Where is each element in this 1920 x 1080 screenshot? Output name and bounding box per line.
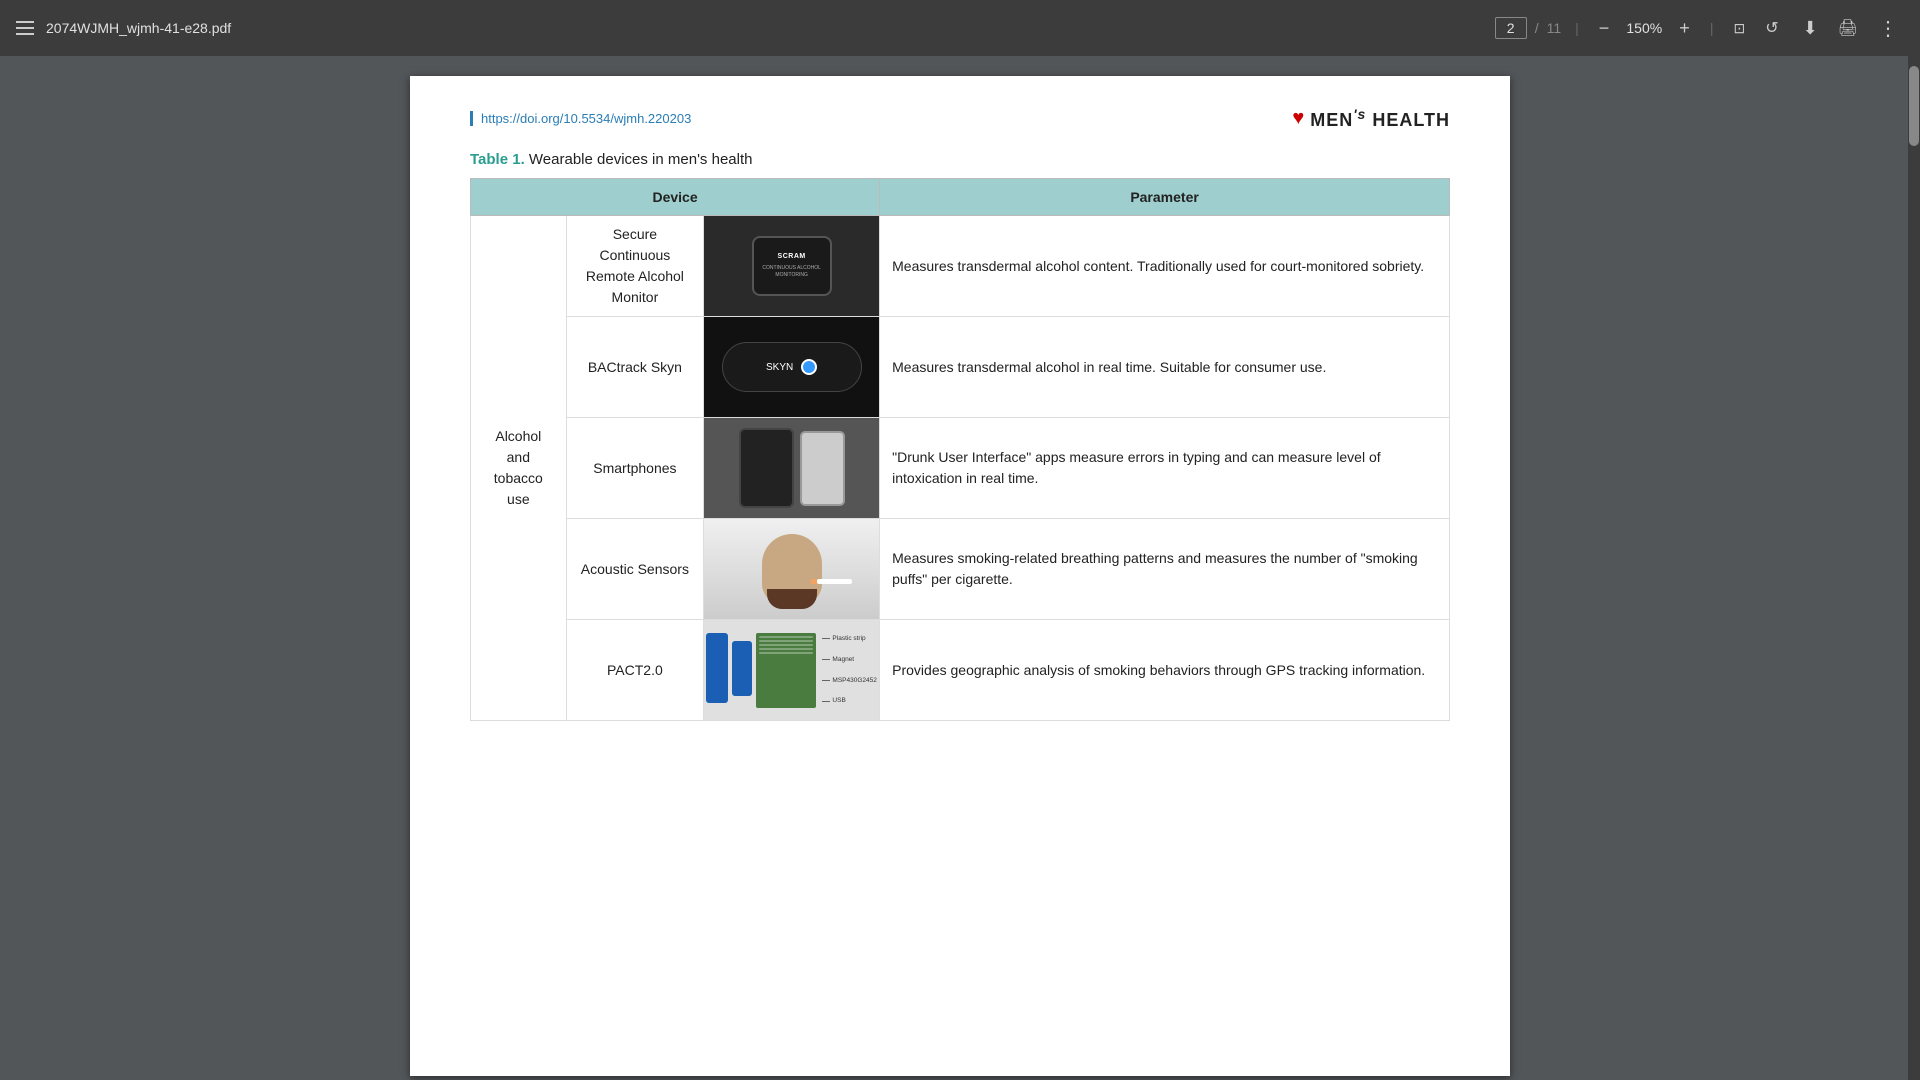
page-separator: / bbox=[1535, 20, 1539, 36]
zoom-in-button[interactable]: + bbox=[1673, 14, 1696, 43]
pact-component-labels: Plastic strip Magnet MSP430G2452 bbox=[820, 633, 876, 708]
bactrack-body: SKYN bbox=[722, 342, 862, 392]
board-line-3 bbox=[759, 644, 813, 646]
journal-logo: ♥ MEN's HEALTH bbox=[1292, 106, 1450, 131]
param-cell-smartphones: "Drunk User Interface" apps measure erro… bbox=[880, 418, 1450, 519]
toolbar: 2074WJMH_wjmh-41-e28.pdf / 11 | − 150% +… bbox=[0, 0, 1920, 56]
bactrack-brand-label: SKYN bbox=[766, 360, 793, 375]
scram-body: SCRAM CONTINUOUS ALCOHOLMONITORING bbox=[752, 236, 832, 296]
cigarette-shape bbox=[817, 579, 852, 584]
device-name-pact: PACT2.0 bbox=[566, 620, 704, 721]
toolbar-right-actions: ⬇ 🖨 ⋮ bbox=[1797, 12, 1904, 45]
scrollbar[interactable] bbox=[1908, 56, 1920, 1080]
man-face-shape bbox=[762, 534, 822, 604]
bactrack-image: SKYN bbox=[704, 317, 879, 417]
param-cell-pact: Provides geographic analysis of smoking … bbox=[880, 620, 1450, 721]
page-header: https://doi.org/10.5534/wjmh.220203 ♥ ME… bbox=[470, 106, 1450, 131]
hamburger-menu-icon[interactable] bbox=[16, 21, 34, 35]
pact-image: Plastic strip Magnet MSP430G2452 bbox=[704, 620, 879, 720]
acoustic-image bbox=[704, 519, 879, 619]
parameter-column-header: Parameter bbox=[880, 179, 1450, 216]
table-row: Smartphones "Drunk User Interface" apps … bbox=[471, 418, 1450, 519]
pact-label-usb: USB bbox=[822, 696, 876, 706]
zoom-out-button[interactable]: − bbox=[1593, 14, 1616, 43]
page-navigation: / 11 | − 150% + | ⊡ ↺ bbox=[1495, 14, 1785, 43]
heart-icon: ♥ bbox=[1292, 107, 1304, 130]
table-row: PACT2.0 bbox=[471, 620, 1450, 721]
pact-components: Plastic strip Magnet MSP430G2452 bbox=[706, 633, 876, 708]
pact-label-msp: MSP430G2452 bbox=[822, 676, 876, 686]
print-button[interactable]: 🖨 bbox=[1832, 14, 1864, 42]
pact-blue-strip-2 bbox=[732, 641, 752, 696]
scram-brand-label: SCRAM bbox=[778, 252, 806, 263]
wearable-devices-table: Device Parameter Alcohol andtobacco use … bbox=[470, 178, 1450, 721]
device-name-acoustic: Acoustic Sensors bbox=[566, 519, 704, 620]
total-pages-label: 11 bbox=[1547, 20, 1562, 36]
more-options-button[interactable]: ⋮ bbox=[1872, 12, 1904, 45]
table-row: BACtrack Skyn SKYN Measures transdermal … bbox=[471, 317, 1450, 418]
table-row: Acoustic Sensors Measures smoking-relate bbox=[471, 519, 1450, 620]
pact-circuit-board bbox=[756, 633, 816, 708]
current-page-input[interactable] bbox=[1495, 17, 1527, 39]
scram-image: SCRAM CONTINUOUS ALCOHOLMONITORING bbox=[704, 216, 879, 316]
pact-blue-strip-1 bbox=[706, 633, 728, 703]
android-phone-icon bbox=[739, 428, 794, 508]
pact-label-plastic: Plastic strip bbox=[822, 634, 876, 644]
doi-link[interactable]: https://doi.org/10.5534/wjmh.220203 bbox=[470, 111, 691, 126]
zoom-level-label: 150% bbox=[1623, 20, 1665, 36]
iphone-icon bbox=[800, 431, 845, 506]
param-cell-scram: Measures transdermal alcohol content. Tr… bbox=[880, 216, 1450, 317]
pact-label-dash-3 bbox=[822, 680, 830, 681]
image-cell-scram: SCRAM CONTINUOUS ALCOHOLMONITORING bbox=[704, 216, 880, 317]
pact-label-magnet: Magnet bbox=[822, 655, 876, 665]
image-cell-smartphones bbox=[704, 418, 880, 519]
image-cell-pact: Plastic strip Magnet MSP430G2452 bbox=[704, 620, 880, 721]
device-name-scram: Secure ContinuousRemote AlcoholMonitor bbox=[566, 216, 704, 317]
journal-name-label: MEN's HEALTH bbox=[1310, 106, 1450, 131]
image-cell-bactrack: SKYN bbox=[704, 317, 880, 418]
scrollbar-thumb[interactable] bbox=[1909, 66, 1919, 146]
device-column-header: Device bbox=[471, 179, 880, 216]
filename-label: 2074WJMH_wjmh-41-e28.pdf bbox=[46, 20, 1483, 36]
board-line-2 bbox=[759, 640, 813, 642]
pact-label-dash-1 bbox=[822, 638, 830, 639]
table-label: Table 1. bbox=[470, 151, 525, 168]
device-name-smartphones: Smartphones bbox=[566, 418, 704, 519]
man-beard-shape bbox=[767, 589, 817, 609]
pdf-viewer: https://doi.org/10.5534/wjmh.220203 ♥ ME… bbox=[0, 56, 1920, 1080]
board-line-4 bbox=[759, 648, 813, 650]
board-line-1 bbox=[759, 636, 813, 638]
param-cell-bactrack: Measures transdermal alcohol in real tim… bbox=[880, 317, 1450, 418]
device-name-bactrack: BACtrack Skyn bbox=[566, 317, 704, 418]
image-cell-acoustic bbox=[704, 519, 880, 620]
fit-page-button[interactable]: ⊡ bbox=[1727, 16, 1751, 41]
history-button[interactable]: ↺ bbox=[1759, 14, 1784, 42]
man-smoking-illustration bbox=[704, 519, 879, 619]
table-title-text: Wearable devices in men's health bbox=[529, 151, 753, 168]
smartphones-image bbox=[704, 418, 879, 518]
pact-label-dash-4 bbox=[822, 701, 830, 702]
download-button[interactable]: ⬇ bbox=[1797, 14, 1824, 43]
param-cell-acoustic: Measures smoking-related breathing patte… bbox=[880, 519, 1450, 620]
pact-label-dash-2 bbox=[822, 659, 830, 660]
table-title: Table 1. Wearable devices in men's healt… bbox=[470, 151, 1450, 168]
pdf-page: https://doi.org/10.5534/wjmh.220203 ♥ ME… bbox=[410, 76, 1510, 1076]
scram-sublabel: CONTINUOUS ALCOHOLMONITORING bbox=[762, 265, 821, 280]
category-cell-alcohol: Alcohol andtobacco use bbox=[471, 216, 567, 721]
board-line-5 bbox=[759, 652, 813, 654]
bactrack-dot bbox=[801, 359, 817, 375]
table-row: Alcohol andtobacco use Secure Continuous… bbox=[471, 216, 1450, 317]
